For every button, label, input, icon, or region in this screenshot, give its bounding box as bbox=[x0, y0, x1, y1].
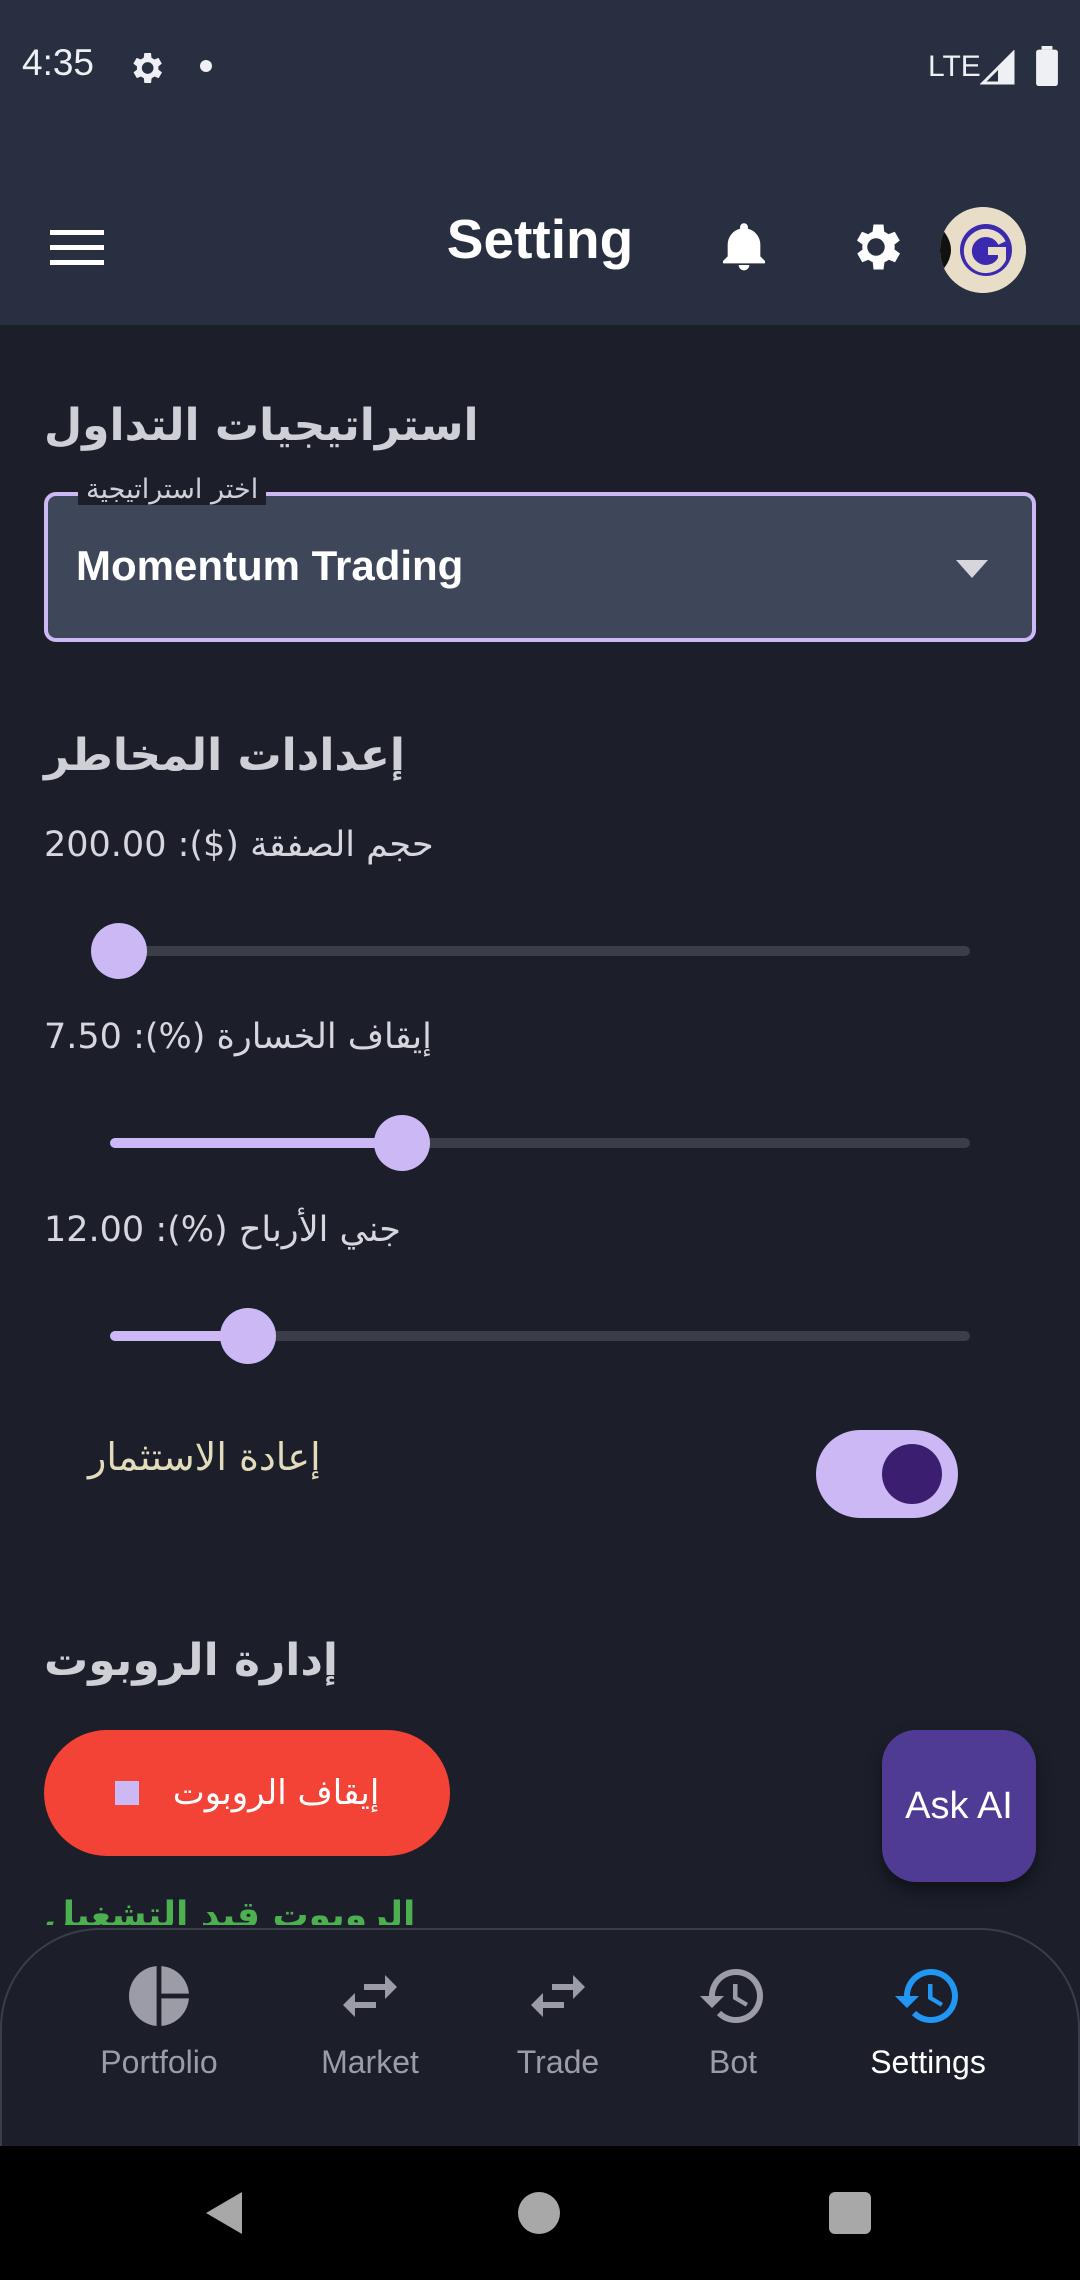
history-icon bbox=[700, 1969, 763, 2023]
trade-size-slider[interactable] bbox=[91, 923, 970, 979]
slider-thumb[interactable] bbox=[374, 1115, 430, 1171]
nav-label: Market bbox=[321, 2044, 419, 2080]
nav-label: Settings bbox=[870, 2044, 986, 2080]
home-icon[interactable] bbox=[518, 2192, 560, 2234]
recent-apps-icon[interactable] bbox=[829, 2192, 871, 2234]
battery-icon bbox=[1036, 46, 1058, 86]
pie-chart-icon bbox=[129, 1963, 192, 2029]
signal-icon bbox=[980, 50, 1015, 85]
stop-bot-label: إيقاف الروبوت bbox=[172, 1773, 380, 1813]
bell-icon[interactable] bbox=[716, 217, 772, 277]
strategy-dropdown[interactable]: اختر استراتيجية Momentum Trading bbox=[44, 474, 1036, 642]
toggle-knob bbox=[882, 1444, 942, 1504]
trade-size-label: حجم الصفقة ($): 200.00 bbox=[44, 825, 434, 865]
nav-item-settings[interactable]: Settings bbox=[828, 1960, 1028, 2081]
swap-arrows-icon bbox=[531, 1975, 585, 2017]
nav-item-trade[interactable]: Trade bbox=[458, 1960, 658, 2081]
reinvest-label: إعادة الاستثمار bbox=[88, 1435, 321, 1479]
page-title: Setting bbox=[446, 208, 634, 270]
nav-label: Trade bbox=[516, 2044, 600, 2080]
bot-management-title: إدارة الروبوت bbox=[44, 1635, 339, 1686]
system-navigation-bar bbox=[0, 2146, 1080, 2280]
stop-icon bbox=[114, 1781, 139, 1805]
ask-ai-button[interactable]: Ask AI bbox=[882, 1730, 1036, 1882]
app-bar: Setting bbox=[0, 135, 1080, 325]
avatar[interactable] bbox=[940, 207, 1026, 293]
menu-icon[interactable] bbox=[50, 228, 104, 268]
settings-status-icon bbox=[133, 53, 162, 83]
strategies-title: استراتيجيات التداول bbox=[44, 400, 479, 451]
strategy-selected-value: Momentum Trading bbox=[76, 542, 464, 589]
nav-label: Bot bbox=[708, 2044, 758, 2080]
nav-item-bot[interactable]: Bot bbox=[633, 1960, 833, 2081]
dropdown-arrow-icon bbox=[956, 560, 988, 578]
network-type: LTE bbox=[928, 50, 981, 83]
notification-dot-icon bbox=[200, 60, 212, 72]
back-icon[interactable] bbox=[204, 2190, 244, 2236]
take-profit-label: جني الأرباح (%): 12.00 bbox=[44, 1210, 401, 1250]
slider-thumb[interactable] bbox=[220, 1308, 276, 1364]
gear-icon[interactable] bbox=[846, 217, 906, 277]
take-profit-slider[interactable] bbox=[110, 1308, 970, 1364]
stop-loss-label: إيقاف الخسارة (%): 7.50 bbox=[44, 1017, 432, 1057]
history-icon bbox=[895, 1969, 958, 2023]
reinvest-toggle[interactable] bbox=[816, 1430, 958, 1518]
nav-item-market[interactable]: Market bbox=[270, 1960, 470, 2081]
status-time: 4:35 bbox=[22, 42, 95, 83]
stop-loss-slider[interactable] bbox=[110, 1115, 970, 1171]
nav-label: Portfolio bbox=[100, 2044, 218, 2080]
bottom-navigation: Portfolio Market Trade Bot Settings bbox=[0, 1928, 1080, 2146]
stop-bot-button[interactable]: إيقاف الروبوت bbox=[44, 1730, 450, 1856]
nav-item-portfolio[interactable]: Portfolio bbox=[59, 1960, 259, 2081]
bot-status-text: الروبوت قيد التشغيل bbox=[44, 1895, 416, 1925]
strategy-dropdown-label: اختر استراتيجية bbox=[78, 474, 267, 505]
risk-title: إعدادات المخاطر bbox=[44, 730, 405, 781]
status-bar: 4:35 LTE bbox=[0, 0, 1080, 135]
avatar-logo-icon bbox=[940, 207, 1026, 293]
slider-thumb[interactable] bbox=[91, 923, 147, 979]
swap-arrows-icon bbox=[343, 1975, 397, 2017]
slider-fill bbox=[110, 1138, 402, 1148]
